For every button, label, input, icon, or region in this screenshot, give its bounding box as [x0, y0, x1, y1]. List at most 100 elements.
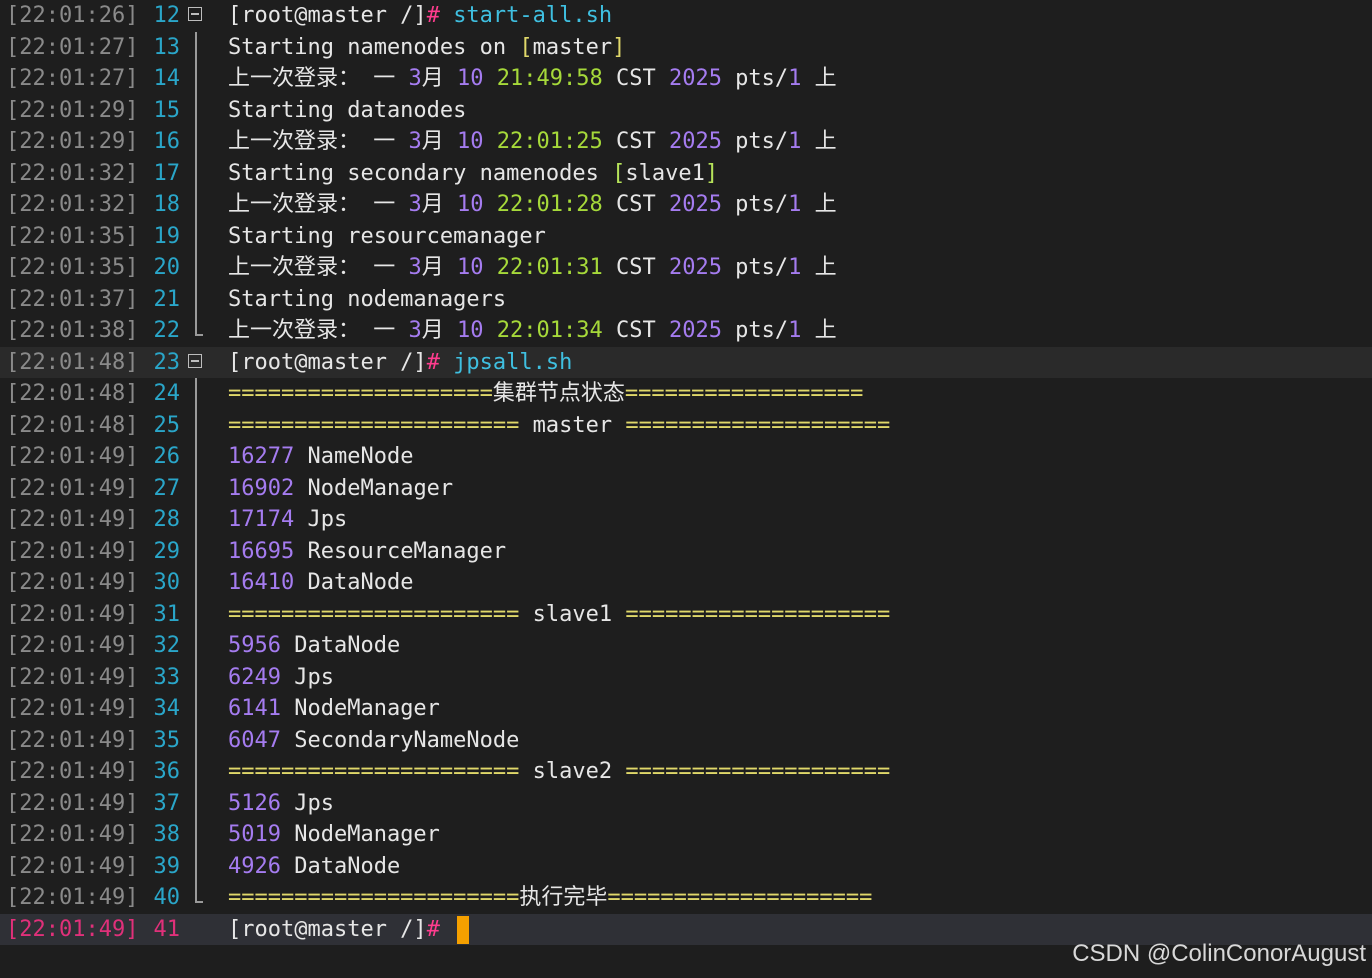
text-segment: #	[426, 349, 454, 375]
terminal-line: [22:01:49] 27 16902 NodeManager	[0, 472, 1372, 505]
text-segment: pts/	[721, 129, 789, 154]
line-content: ====================== master ==========…	[228, 410, 890, 442]
timestamp: [22:01:49]	[6, 538, 139, 564]
terminal-line: [22:01:49] 37 5126 Jps	[0, 787, 1372, 820]
line-number: 40	[153, 885, 181, 910]
fold-guide-icon	[187, 819, 205, 851]
line-number: 30	[153, 570, 181, 595]
text-segment: 21:49:58	[496, 66, 603, 91]
fold-guide-icon	[187, 315, 205, 347]
text-segment	[484, 192, 497, 217]
line-content: Starting datanodes	[228, 95, 466, 127]
text-segment: Starting datanodes	[228, 97, 467, 123]
text-segment: 6141	[228, 696, 281, 721]
text-segment: 10	[457, 192, 484, 217]
line-number: 18	[153, 192, 181, 217]
line-content: 上一次登录： 一 3月 10 21:49:58 CST 2025 pts/1 上	[228, 63, 837, 95]
fold-toggle-icon[interactable]	[187, 347, 205, 379]
line-content: 5126 Jps	[228, 788, 334, 820]
timestamp: [22:01:48]	[6, 412, 139, 438]
line-content: 上一次登录： 一 3月 10 22:01:28 CST 2025 pts/1 上	[228, 189, 837, 221]
line-number: 22	[153, 318, 181, 343]
text-segment: 2025	[668, 192, 722, 217]
line-content: 16695 ResourceManager	[228, 536, 506, 568]
line-number: 20	[153, 255, 181, 280]
text-segment: 上一次登录： 一	[228, 129, 409, 154]
fold-guide-icon	[187, 724, 205, 757]
terminal-line: [22:01:48] 24 ====================集群节点状态==…	[0, 378, 1372, 410]
line-number: 31	[153, 601, 181, 627]
terminal-line: [22:01:49] 32 5956 DataNode	[0, 630, 1372, 662]
text-segment: CST	[602, 66, 669, 91]
text-segment: SecondaryNameNode	[280, 727, 520, 753]
text-segment: 10	[457, 129, 484, 154]
line-number: 19	[153, 223, 181, 249]
text-segment: 上	[801, 129, 837, 154]
text-segment: 月	[421, 66, 457, 91]
terminal-line: [22:01:32] 18 上一次登录： 一 3月 10 22:01:28 CST …	[0, 189, 1372, 221]
line-content: 6047 SecondaryNameNode	[228, 725, 519, 757]
terminal-line: [22:01:38] 22 上一次登录： 一 3月 10 22:01:34 CST …	[0, 315, 1372, 347]
line-number: 38	[153, 822, 181, 847]
terminal-line: [22:01:48] 25 ====================== maste…	[0, 409, 1372, 442]
timestamp: [22:01:49]	[6, 570, 139, 595]
line-number: 34	[153, 696, 181, 721]
text-segment: master	[532, 412, 613, 438]
line-number: 36	[153, 759, 181, 784]
line-number: 25	[153, 412, 181, 438]
timestamp: [22:01:49]	[6, 507, 139, 532]
line-content: 5019 NodeManager	[228, 819, 440, 851]
timestamp: [22:01:49]	[6, 633, 139, 658]
text-segment: Starting nodemanagers	[228, 286, 507, 312]
timestamp: [22:01:49]	[6, 664, 139, 690]
text-segment: 上一次登录： 一	[228, 318, 409, 343]
text-segment: NameNode	[294, 444, 414, 469]
text-segment: CST	[602, 255, 669, 280]
timestamp: [22:01:49]	[6, 853, 139, 879]
watermark: CSDN @ColinConorAugust	[1072, 940, 1366, 967]
terminal-line: [22:01:49] 33 6249 Jps	[0, 661, 1372, 694]
text-segment: 上	[801, 318, 837, 343]
line-content: [root@master /]# start-all.sh	[228, 0, 612, 32]
text-segment: CST	[602, 318, 669, 343]
fold-guide-icon	[187, 693, 205, 725]
text-segment: 上一次登录： 一	[228, 255, 409, 280]
line-content: 16410 DataNode	[228, 567, 413, 599]
line-number: 37	[153, 790, 181, 816]
fold-guide-icon	[187, 661, 205, 694]
fold-guide-icon	[187, 283, 205, 316]
text-segment: pts/	[721, 318, 789, 343]
text-segment: 上	[801, 192, 837, 217]
text-segment: ====================	[607, 885, 873, 910]
line-content: 4926 DataNode	[228, 851, 400, 883]
text-cursor[interactable]	[457, 915, 470, 944]
terminal-line: [22:01:49] 35 6047 SecondaryNameNode	[0, 724, 1372, 757]
text-segment	[484, 66, 497, 91]
line-number: 26	[153, 444, 181, 469]
text-segment: Starting resourcemanager	[228, 223, 546, 249]
fold-guide-icon	[187, 630, 205, 662]
timestamp: [22:01:38]	[6, 318, 139, 343]
terminal-output[interactable]: [22:01:26] 12 [root@master /]# start-all.s…	[0, 0, 1372, 945]
text-segment: 16277	[228, 444, 295, 469]
text-segment: 10	[457, 318, 484, 343]
text-segment: 17174	[228, 507, 295, 532]
text-segment: 上一次登录： 一	[228, 66, 409, 91]
terminal-line: [22:01:49] 30 16410 DataNode	[0, 567, 1372, 599]
text-segment: ====================	[612, 759, 891, 784]
timestamp: [22:01:49]	[6, 444, 139, 469]
text-segment: ====================	[228, 381, 493, 406]
line-number: 17	[153, 160, 181, 186]
fold-toggle-icon[interactable]	[187, 0, 205, 32]
text-segment	[484, 255, 497, 280]
line-content: ====================集群节点状态==============…	[228, 378, 863, 410]
timestamp: [22:01:49]	[6, 822, 139, 847]
text-segment: pts/	[721, 192, 789, 217]
text-segment: 执行完毕	[519, 885, 608, 910]
line-content: Starting nodemanagers	[228, 284, 506, 316]
text-segment: 2025	[668, 255, 722, 280]
terminal-line: [22:01:49] 31 ====================== slave…	[0, 598, 1372, 631]
line-content: Starting namenodes on [master]	[228, 32, 625, 64]
fold-guide-icon	[187, 378, 205, 410]
line-content: Starting resourcemanager	[228, 221, 546, 253]
